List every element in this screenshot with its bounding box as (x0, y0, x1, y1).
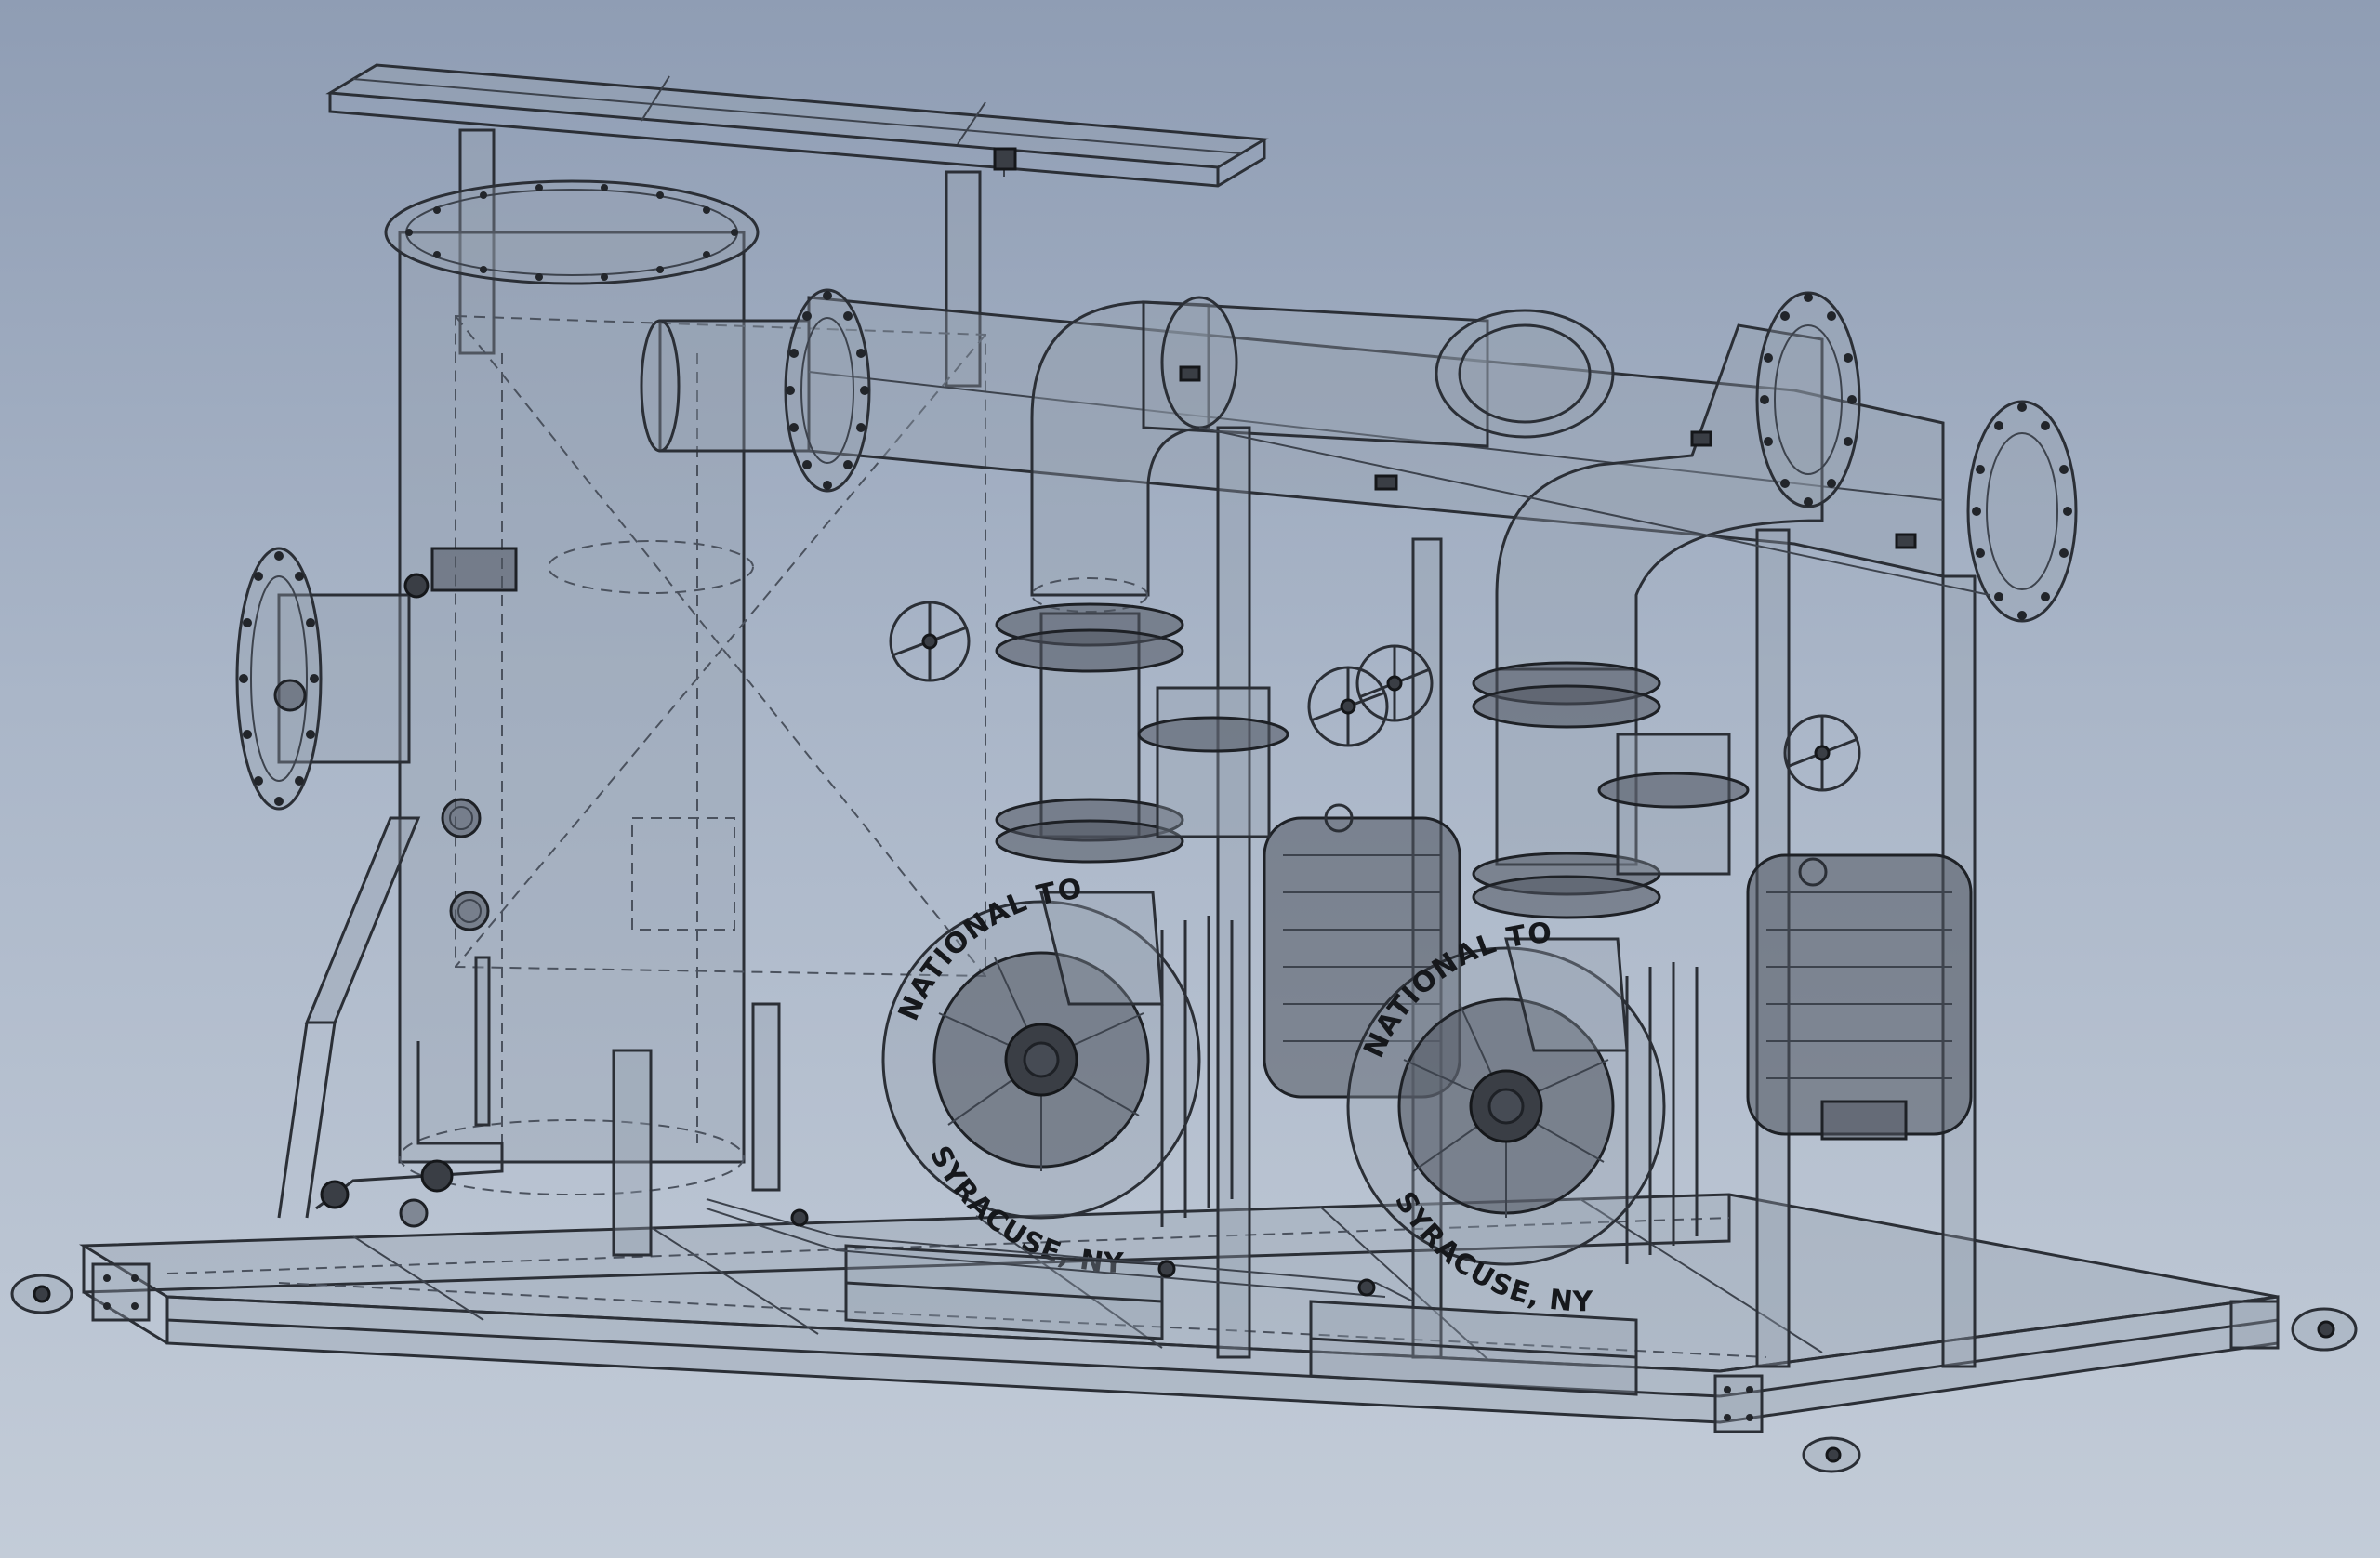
handwheel-valve-2 (1307, 666, 1389, 747)
pump-b-motor (1746, 853, 1973, 1141)
cad-viewport[interactable]: NATIONAL TO SYRACUSE, NY (0, 0, 2380, 1558)
handwheel-valve-1 (889, 601, 971, 682)
discharge-header (640, 288, 2078, 671)
base-skid (10, 1193, 2358, 1473)
pump-skid-model: NATIONAL TO SYRACUSE, NY (10, 63, 2358, 1473)
handwheel-valve-4 (1783, 714, 1861, 792)
